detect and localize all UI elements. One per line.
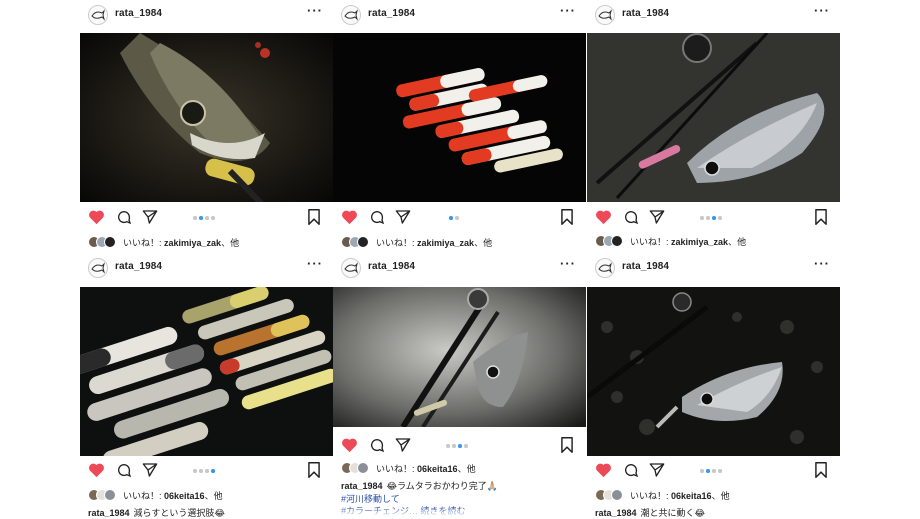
post-actions: [80, 458, 333, 484]
user-avatar-icon[interactable]: [341, 5, 361, 25]
carousel-dots: [700, 216, 730, 222]
post-card: rata_1984 ··· いいね！: zakimiya_zak、他: [333, 0, 586, 255]
post-photo[interactable]: [80, 287, 333, 456]
username[interactable]: rata_1984: [115, 261, 162, 272]
likes-row[interactable]: いいね！: zakimiya_zak、他: [341, 236, 581, 250]
carousel-dots: [446, 216, 476, 222]
share-icon[interactable]: [395, 437, 411, 453]
user-avatar-icon[interactable]: [595, 258, 615, 278]
more-icon[interactable]: ···: [560, 3, 576, 18]
heart-icon[interactable]: [341, 437, 358, 453]
more-icon[interactable]: ···: [307, 3, 323, 18]
heart-icon[interactable]: [88, 209, 105, 225]
post-header: rata_1984 ···: [333, 0, 586, 32]
username[interactable]: rata_1984: [368, 261, 415, 272]
post-actions: [80, 205, 333, 231]
carousel-dots: [193, 216, 223, 222]
fade: [333, 507, 586, 517]
user-avatar-icon[interactable]: [88, 5, 108, 25]
bookmark-icon[interactable]: [814, 209, 828, 225]
share-icon[interactable]: [142, 209, 158, 225]
username[interactable]: rata_1984: [368, 8, 415, 19]
username[interactable]: rata_1984: [622, 261, 669, 272]
likes-text: いいね！: 06keita16、他: [630, 491, 730, 501]
post-caption: rata_1984 減らすという選択肢😂: [88, 508, 225, 518]
more-icon[interactable]: ···: [560, 256, 576, 271]
post-photo[interactable]: [333, 287, 586, 427]
carousel-dots: [193, 469, 223, 475]
share-icon[interactable]: [649, 462, 665, 478]
post-card: rata_1984 ···: [80, 0, 333, 260]
heart-icon[interactable]: [595, 462, 612, 478]
heart-icon[interactable]: [88, 462, 105, 478]
post-card: rata_1984 ··· いいね！: 06keita16、他 rata_198…: [333, 253, 586, 517]
user-avatar-icon[interactable]: [88, 258, 108, 278]
carousel-dots: [700, 469, 730, 475]
post-caption: rata_1984 潮と共に動く😂: [595, 508, 706, 518]
liker-avatars: [595, 235, 629, 247]
share-icon[interactable]: [395, 209, 411, 225]
more-icon[interactable]: ···: [307, 256, 323, 271]
post-actions: [587, 205, 840, 231]
post-photo[interactable]: [587, 33, 840, 202]
bookmark-icon[interactable]: [307, 209, 321, 225]
likes-text: いいね！: 06keita16、他: [376, 464, 476, 474]
post-header: rata_1984 ···: [587, 253, 840, 285]
likes-text: いいね！: zakimiya_zak、他: [376, 238, 493, 248]
likes-row[interactable]: いいね！: 06keita16、他: [88, 489, 328, 503]
post-header: rata_1984 ···: [80, 0, 333, 32]
post-photo[interactable]: [80, 33, 333, 202]
liker-avatars: [341, 462, 375, 474]
comment-icon[interactable]: [369, 437, 385, 453]
user-avatar-icon[interactable]: [595, 5, 615, 25]
liker-avatars: [88, 236, 122, 248]
post-header: rata_1984 ···: [333, 253, 586, 285]
username[interactable]: rata_1984: [115, 8, 162, 19]
post-card: rata_1984 ··· いいね！: 06keita16、他 rata_198…: [587, 253, 840, 518]
post-photo[interactable]: [587, 287, 840, 456]
post-actions: [333, 433, 586, 459]
user-avatar-icon[interactable]: [341, 258, 361, 278]
liker-avatars: [88, 489, 122, 501]
likes-text: いいね！: 06keita16、他: [123, 491, 223, 501]
comment-icon[interactable]: [623, 209, 639, 225]
liker-avatars: [341, 236, 375, 248]
post-card: rata_1984 ···: [80, 253, 333, 518]
bookmark-icon[interactable]: [560, 209, 574, 225]
liker-avatars: [595, 489, 629, 501]
post-actions: [333, 205, 586, 231]
likes-text: いいね！: zakimiya_zak、他: [123, 238, 240, 248]
likes-row[interactable]: いいね！: 06keita16、他: [595, 489, 835, 503]
post-caption: rata_1984 😂ラムタラおかわり完了🙏🏼: [341, 481, 498, 491]
likes-row[interactable]: いいね！: zakimiya_zak、他: [88, 236, 328, 250]
carousel-dots: [446, 444, 476, 450]
bookmark-icon[interactable]: [814, 462, 828, 478]
bookmark-icon[interactable]: [560, 437, 574, 453]
comment-icon[interactable]: [369, 209, 385, 225]
post-header: rata_1984 ···: [587, 0, 840, 32]
comment-icon[interactable]: [116, 209, 132, 225]
likes-text: いいね！: zakimiya_zak、他: [630, 237, 747, 247]
likes-row[interactable]: いいね！: 06keita16、他: [341, 462, 581, 476]
username[interactable]: rata_1984: [622, 8, 669, 19]
heart-icon[interactable]: [595, 209, 612, 225]
post-actions: [587, 458, 840, 484]
heart-icon[interactable]: [341, 209, 358, 225]
share-icon[interactable]: [142, 462, 158, 478]
post-header: rata_1984 ···: [80, 253, 333, 285]
likes-row[interactable]: いいね！: zakimiya_zak、他: [595, 235, 835, 249]
comment-icon[interactable]: [116, 462, 132, 478]
comment-icon[interactable]: [623, 462, 639, 478]
more-icon[interactable]: ···: [814, 3, 830, 18]
share-icon[interactable]: [649, 209, 665, 225]
post-photo[interactable]: [333, 33, 586, 202]
bookmark-icon[interactable]: [307, 462, 321, 478]
more-icon[interactable]: ···: [814, 256, 830, 271]
post-card: rata_1984 ··· いいね！: zakimiya_zak、他: [587, 0, 840, 255]
